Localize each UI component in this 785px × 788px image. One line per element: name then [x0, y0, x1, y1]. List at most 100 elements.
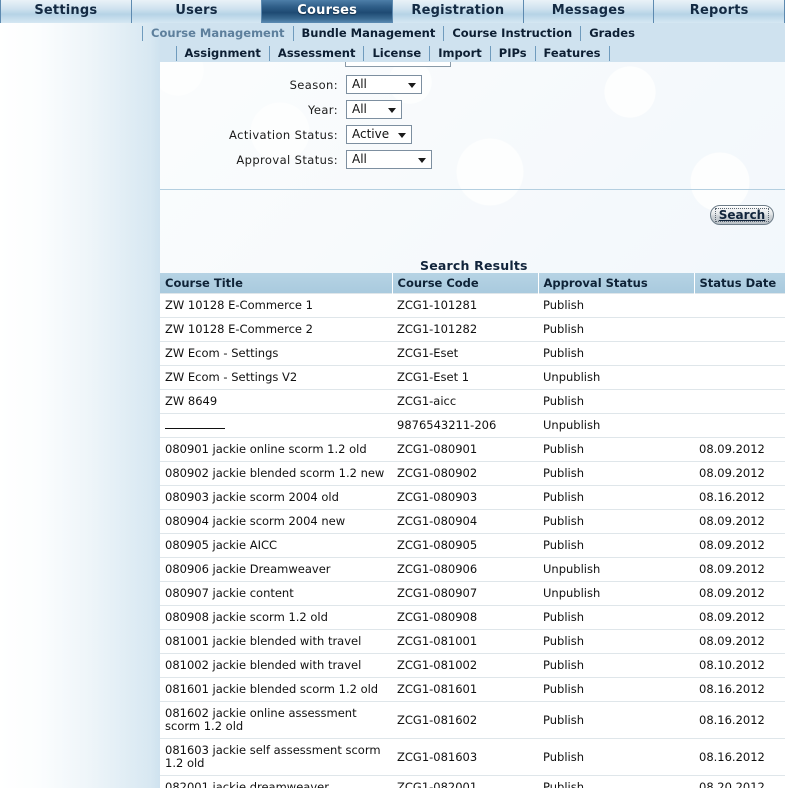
- cell-status-date: 08.09.2012: [694, 629, 785, 654]
- cell-status-date: [694, 389, 785, 414]
- cell-course-title[interactable]: 080905 jackie AICC: [160, 533, 392, 558]
- application-page: Settings Users Courses Registration Messages…: [0, 0, 785, 788]
- table-row[interactable]: 080902 jackie blended scorm 1.2 new ZCG1-…: [160, 461, 785, 486]
- activation-status-select[interactable]: Active: [346, 125, 412, 144]
- column-header-approval-status[interactable]: Approval Status: [538, 273, 695, 294]
- table-row[interactable]: 080906 jackie Dreamweaver ZCG1-080906 Unpu…: [160, 557, 785, 582]
- tab-courses[interactable]: Courses: [262, 0, 394, 23]
- year-select[interactable]: All: [346, 100, 402, 119]
- cell-course-code: ZCG1-081602: [392, 701, 538, 739]
- table-row[interactable]: 080908 jackie scorm 1.2 old ZCG1-080908 Pu…: [160, 605, 785, 630]
- cell-course-title[interactable]: 082001 jackie dreamweaver: [160, 775, 392, 788]
- search-button[interactable]: Search: [710, 205, 774, 225]
- cell-course-code: ZCG1-081603: [392, 738, 538, 776]
- tab-registration[interactable]: Registration: [393, 0, 524, 23]
- table-row[interactable]: 080904 jackie scorm 2004 new ZCG1-080904 P…: [160, 509, 785, 534]
- cell-course-title[interactable]: ZW Ecom - Settings V2: [160, 365, 392, 390]
- cell-course-title[interactable]: 081002 jackie blended with travel: [160, 653, 392, 678]
- year-label: Year:: [307, 102, 338, 117]
- form-row-season: Season: All: [160, 72, 785, 97]
- cell-course-title[interactable]: 080902 jackie blended scorm 1.2 new: [160, 461, 392, 486]
- column-header-course-code[interactable]: Course Code: [392, 273, 539, 294]
- cell-status-date: 08.09.2012: [694, 437, 785, 462]
- tertiary-navigation: Assignment Assessment License Import PIPs Fea…: [0, 45, 785, 62]
- cell-course-code: ZCG1-081002: [392, 653, 538, 678]
- cell-course-code: ZCG1-080905: [392, 533, 538, 558]
- approval-status-select[interactable]: All: [346, 150, 432, 169]
- cell-status-date: [694, 365, 785, 390]
- chevron-down-icon: [388, 108, 396, 113]
- cell-course-title[interactable]: 080908 jackie scorm 1.2 old: [160, 605, 392, 630]
- column-header-course-title[interactable]: Course Title: [160, 273, 393, 294]
- table-row[interactable]: ZW Ecom - Settings ZCG1-Eset Publish: [160, 341, 785, 366]
- cell-approval-status: Publish: [538, 509, 694, 534]
- subnav2-item-features[interactable]: Features: [534, 46, 610, 61]
- cell-course-title[interactable]: ZW 10128 E-Commerce 1: [160, 293, 392, 318]
- table-row[interactable]: 080901 jackie online scorm 1.2 old ZCG1-0…: [160, 437, 785, 462]
- subnav-item-course-instruction[interactable]: Course Instruction: [443, 26, 580, 41]
- cell-course-title[interactable]: ZW 8649: [160, 389, 392, 414]
- cell-course-title[interactable]: 080903 jackie scorm 2004 old: [160, 485, 392, 510]
- table-row[interactable]: ZW 10128 E-Commerce 2 ZCG1-101282 Publish: [160, 317, 785, 342]
- cell-approval-status: Publish: [538, 533, 694, 558]
- table-row[interactable]: 080907 jackie content ZCG1-080907 Unpublis…: [160, 581, 785, 606]
- cell-course-title[interactable]: 081001 jackie blended with travel: [160, 629, 392, 654]
- blank-title-placeholder: [165, 420, 225, 429]
- table-row[interactable]: 9876543211-206 Unpublish: [160, 413, 785, 438]
- tab-settings[interactable]: Settings: [0, 0, 132, 23]
- form-row-approval-status: Approval Status: All: [160, 147, 785, 172]
- subnav2-item-license[interactable]: License: [363, 46, 429, 61]
- subnav-item-bundle-management[interactable]: Bundle Management: [292, 26, 444, 41]
- cell-course-title[interactable]: 081601 jackie blended scorm 1.2 old: [160, 677, 392, 702]
- cell-course-code: ZCG1-101282: [392, 317, 538, 342]
- chevron-down-icon: [418, 158, 426, 163]
- cell-course-code: ZCG1-082001: [392, 775, 538, 788]
- cell-course-code: ZCG1-080906: [392, 557, 538, 582]
- table-row[interactable]: 080905 jackie AICC ZCG1-080905 Publish 08.0…: [160, 533, 785, 558]
- table-row[interactable]: 081601 jackie blended scorm 1.2 old ZCG1-…: [160, 677, 785, 702]
- cell-course-code: ZCG1-Eset: [392, 341, 538, 366]
- cell-course-code: ZCG1-aicc: [392, 389, 538, 414]
- table-row[interactable]: 081001 jackie blended with travel ZCG1-08…: [160, 629, 785, 654]
- tab-reports[interactable]: Reports: [654, 0, 785, 23]
- table-row[interactable]: ZW Ecom - Settings V2 ZCG1-Eset 1 Unpublis…: [160, 365, 785, 390]
- subnav2-item-assignment[interactable]: Assignment: [175, 46, 269, 61]
- table-row[interactable]: ZW 8649 ZCG1-aicc Publish: [160, 389, 785, 414]
- subnav-item-course-management[interactable]: Course Management: [142, 26, 293, 41]
- cell-course-code: ZCG1-080908: [392, 605, 538, 630]
- search-results-table: Course Title Course Code Approval Status St…: [160, 273, 785, 788]
- table-row[interactable]: 081602 jackie online assessment scorm 1.…: [160, 701, 785, 739]
- season-select[interactable]: All: [346, 75, 422, 94]
- table-row[interactable]: 081603 jackie self assessment scorm 1.2 …: [160, 738, 785, 776]
- column-header-status-date[interactable]: Status Date: [694, 273, 785, 294]
- table-row[interactable]: 082001 jackie dreamweaver ZCG1-082001 Publ…: [160, 775, 785, 788]
- subnav-item-grades[interactable]: Grades: [580, 26, 643, 41]
- cell-approval-status: Publish: [538, 775, 694, 788]
- table-row[interactable]: 081002 jackie blended with travel ZCG1-08…: [160, 653, 785, 678]
- cell-course-title[interactable]: 080901 jackie online scorm 1.2 old: [160, 437, 392, 462]
- cell-course-title[interactable]: 080904 jackie scorm 2004 new: [160, 509, 392, 534]
- tab-users[interactable]: Users: [131, 0, 263, 23]
- cell-approval-status: Publish: [538, 461, 694, 486]
- subnav2-item-pips[interactable]: PIPs: [489, 46, 535, 61]
- cell-course-title[interactable]: ZW Ecom - Settings: [160, 341, 392, 366]
- cell-course-title[interactable]: 081602 jackie online assessment scorm 1.…: [160, 701, 392, 739]
- cell-course-title[interactable]: 080907 jackie content: [160, 581, 392, 606]
- cell-course-title[interactable]: [160, 413, 392, 438]
- form-divider: [160, 189, 785, 190]
- table-row[interactable]: ZW 10128 E-Commerce 1 ZCG1-101281 Publish: [160, 293, 785, 318]
- season-selected-value: All: [352, 77, 367, 91]
- cell-course-code: ZCG1-081601: [392, 677, 538, 702]
- cell-status-date: 08.09.2012: [694, 461, 785, 486]
- cell-status-date: [694, 317, 785, 342]
- cell-course-title[interactable]: 081603 jackie self assessment scorm 1.2 …: [160, 738, 392, 776]
- cell-course-title[interactable]: 080906 jackie Dreamweaver: [160, 557, 392, 582]
- table-row[interactable]: 080903 jackie scorm 2004 old ZCG1-080903 P…: [160, 485, 785, 510]
- subnav2-item-assessment[interactable]: Assessment: [268, 46, 364, 61]
- cell-course-title[interactable]: ZW 10128 E-Commerce 2: [160, 317, 392, 342]
- subnav2-item-import[interactable]: Import: [429, 46, 490, 61]
- search-button-label: Search: [718, 207, 766, 222]
- tab-messages[interactable]: Messages: [523, 0, 655, 23]
- clipped-field-above-fold[interactable]: [345, 62, 451, 67]
- cell-approval-status: Publish: [538, 317, 694, 342]
